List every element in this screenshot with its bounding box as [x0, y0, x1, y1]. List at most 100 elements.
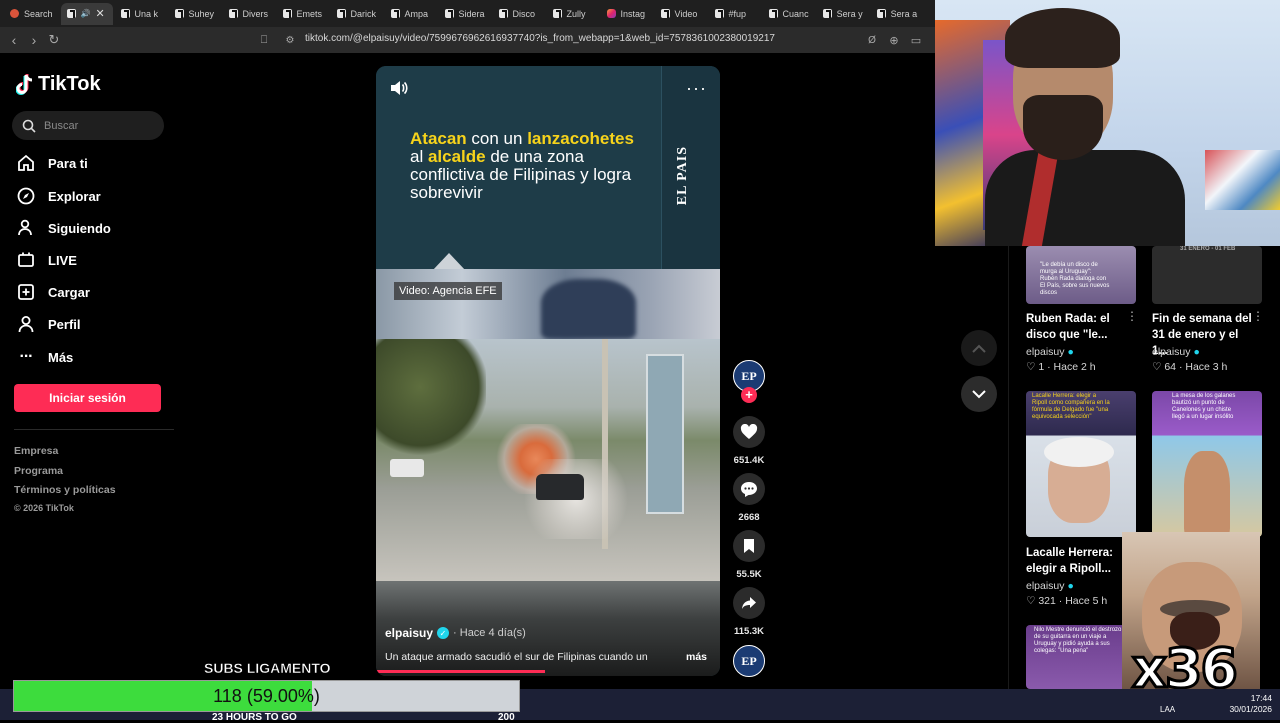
nav-divider: [14, 429, 174, 430]
nav-item-explorar[interactable]: Explorar: [16, 184, 101, 208]
browser-tab-bar: Search 🔊 ✕ Una k Suhey Divers Emets Darick Ampa S…: [0, 0, 935, 27]
forward-icon[interactable]: ›: [24, 30, 44, 50]
comment-icon[interactable]: [733, 473, 765, 505]
browser-tab[interactable]: #fup: [709, 3, 761, 25]
video-card-stats: ♡ 64 · Hace 3 h: [1152, 361, 1228, 373]
browser-tab[interactable]: Divers: [223, 3, 275, 25]
thumbnail-text: "Le debía un disco de murga al Uruguay":…: [1040, 262, 1110, 296]
browser-tab[interactable]: Darick: [331, 3, 383, 25]
search-input[interactable]: Buscar: [12, 111, 164, 140]
browser-tab[interactable]: Video: [655, 3, 707, 25]
bookmark-icon[interactable]: [733, 530, 765, 562]
card-more-icon[interactable]: ⋮: [1126, 309, 1138, 323]
search-placeholder: Buscar: [44, 119, 79, 132]
browser-tab[interactable]: Suhey: [169, 3, 221, 25]
bookmark-icon[interactable]: ⎕: [254, 30, 274, 50]
thumbnail-text: 31 ENERO - 01 FEB: [1180, 246, 1236, 252]
comment-count: 2668: [738, 512, 760, 523]
browser-tab[interactable]: Una k: [115, 3, 167, 25]
left-nav: TikTok Buscar Para ti Explorar Siguiendo…: [0, 53, 180, 720]
next-video-button[interactable]: [961, 376, 997, 412]
video-card-stats: ♡ 1 · Hace 2 h: [1026, 361, 1096, 373]
input-language[interactable]: LAA: [1160, 705, 1175, 714]
back-icon[interactable]: ‹: [4, 30, 24, 50]
nav-item-cargar[interactable]: Cargar: [16, 280, 90, 304]
share-action[interactable]: 115.3K: [733, 587, 765, 637]
browser-tab[interactable]: Cuanc: [763, 3, 815, 25]
browser-tab[interactable]: Search: [4, 3, 59, 25]
browser-tab-label: Ampa: [404, 8, 429, 19]
tiktok-icon: [552, 9, 562, 18]
nav-item-mas[interactable]: ··· Más: [16, 345, 74, 369]
video-thumbnail[interactable]: "Le debía un disco de murga al Uruguay":…: [1026, 246, 1136, 304]
video-thumbnail[interactable]: 31 ENERO - 01 FEB: [1152, 246, 1262, 304]
video-player[interactable]: EL PAIS Atacan con un lanzacohetes al al…: [376, 66, 720, 676]
video-card-author[interactable]: elpaisuy ●: [1026, 346, 1074, 358]
video-thumbnail[interactable]: Lacalle Herrera: elegir a Ripoll como co…: [1026, 391, 1136, 537]
video-caption: Un ataque armado sacudió el sur de Filip…: [385, 651, 648, 663]
video-card-stats: ♡ 321 · Hace 5 h: [1026, 595, 1108, 607]
footer-link-programa[interactable]: Programa: [14, 465, 63, 477]
browser-tab[interactable]: Instag: [601, 3, 653, 25]
upload-icon: [16, 282, 36, 302]
nav-item-siguiendo[interactable]: Siguiendo: [16, 216, 111, 240]
like-action[interactable]: 651.4K: [733, 416, 765, 466]
site-info-icon[interactable]: ⚙: [280, 30, 300, 50]
browser-tab-label: Instag: [620, 8, 646, 19]
video-thumbnail[interactable]: La mesa de los galanes bautizó un punto …: [1152, 391, 1262, 537]
tab-close-icon[interactable]: ✕: [96, 7, 105, 20]
nav-item-para-ti[interactable]: Para ti: [16, 151, 88, 175]
browser-tab-label: Suhey: [188, 8, 215, 19]
tracking-icon[interactable]: Ø: [862, 30, 882, 50]
footer-link-empresa[interactable]: Empresa: [14, 445, 58, 457]
save-action[interactable]: 55.5K: [733, 530, 765, 580]
share-icon[interactable]: [733, 587, 765, 619]
browser-tab[interactable]: Zully: [547, 3, 599, 25]
video-card-author[interactable]: elpaisuy ●: [1152, 346, 1200, 358]
chevron-up-icon: [972, 344, 986, 353]
nav-item-live[interactable]: LIVE: [16, 248, 77, 272]
music-disc-avatar[interactable]: EP: [733, 645, 765, 677]
video-progress-bar[interactable]: [376, 670, 545, 673]
cast-icon[interactable]: ▭: [906, 30, 926, 50]
browser-tab[interactable]: Ampa: [385, 3, 437, 25]
browser-tab[interactable]: Disco: [493, 3, 545, 25]
streamer-webcam: [935, 0, 1280, 246]
browser-address-bar: ‹ › ↻ ⎕ ⚙ tiktok.com/@elpaisuy/video/759…: [0, 27, 935, 53]
card-more-icon[interactable]: ⋮: [1252, 309, 1264, 323]
like-count: 651.4K: [733, 455, 765, 466]
heart-icon[interactable]: [733, 416, 765, 448]
tiktok-icon: [660, 9, 670, 18]
browser-tab[interactable]: 🔊 ✕: [60, 2, 113, 25]
tab-audio-icon[interactable]: 🔊: [81, 9, 91, 18]
comment-action[interactable]: 2668: [733, 473, 765, 523]
previous-video-button[interactable]: [961, 330, 997, 366]
tiktok-icon: [498, 9, 508, 18]
video-card-title[interactable]: Lacalle Herrera: elegir a Ripoll...: [1026, 545, 1126, 577]
browser-tab[interactable]: Sera y: [817, 3, 869, 25]
tiktok-wordmark: TikTok: [38, 73, 101, 95]
url-field[interactable]: tiktok.com/@elpaisuy/video/7599676962616…: [305, 33, 775, 44]
browser-tab-label: Sera y: [836, 8, 863, 19]
nav-item-perfil[interactable]: Perfil: [16, 312, 81, 336]
follow-plus-icon[interactable]: +: [741, 387, 757, 403]
tiktok-logo[interactable]: TikTok: [16, 73, 101, 96]
caption-more-link[interactable]: más: [686, 651, 707, 663]
reload-icon[interactable]: ↻: [44, 30, 64, 50]
login-button[interactable]: Iniciar sesión: [14, 384, 161, 412]
video-headline: Atacan con un lanzacohetes al alcalde de…: [410, 130, 650, 202]
video-author[interactable]: elpaisuy: [385, 626, 433, 640]
google-icon: [10, 9, 19, 18]
video-card-author[interactable]: elpaisuy ●: [1026, 580, 1074, 592]
save-count: 55.5K: [736, 569, 762, 580]
video-card-title[interactable]: Ruben Rada: el disco que "le...: [1026, 311, 1126, 343]
browser-tab[interactable]: Sera a: [871, 3, 924, 25]
footer-link-terminos[interactable]: Términos y políticas: [14, 484, 116, 496]
browser-tab[interactable]: Emets: [277, 3, 329, 25]
browser-tab[interactable]: Sidera: [439, 3, 491, 25]
system-clock[interactable]: 17:44 30/01/2026: [1229, 693, 1272, 715]
video-more-options-icon[interactable]: ···: [686, 78, 707, 99]
volume-icon[interactable]: [390, 80, 408, 101]
zoom-icon[interactable]: ⊕: [884, 30, 904, 50]
video-thumbnail[interactable]: Nilo Mestre denunció el destrozo de su g…: [1026, 625, 1136, 689]
